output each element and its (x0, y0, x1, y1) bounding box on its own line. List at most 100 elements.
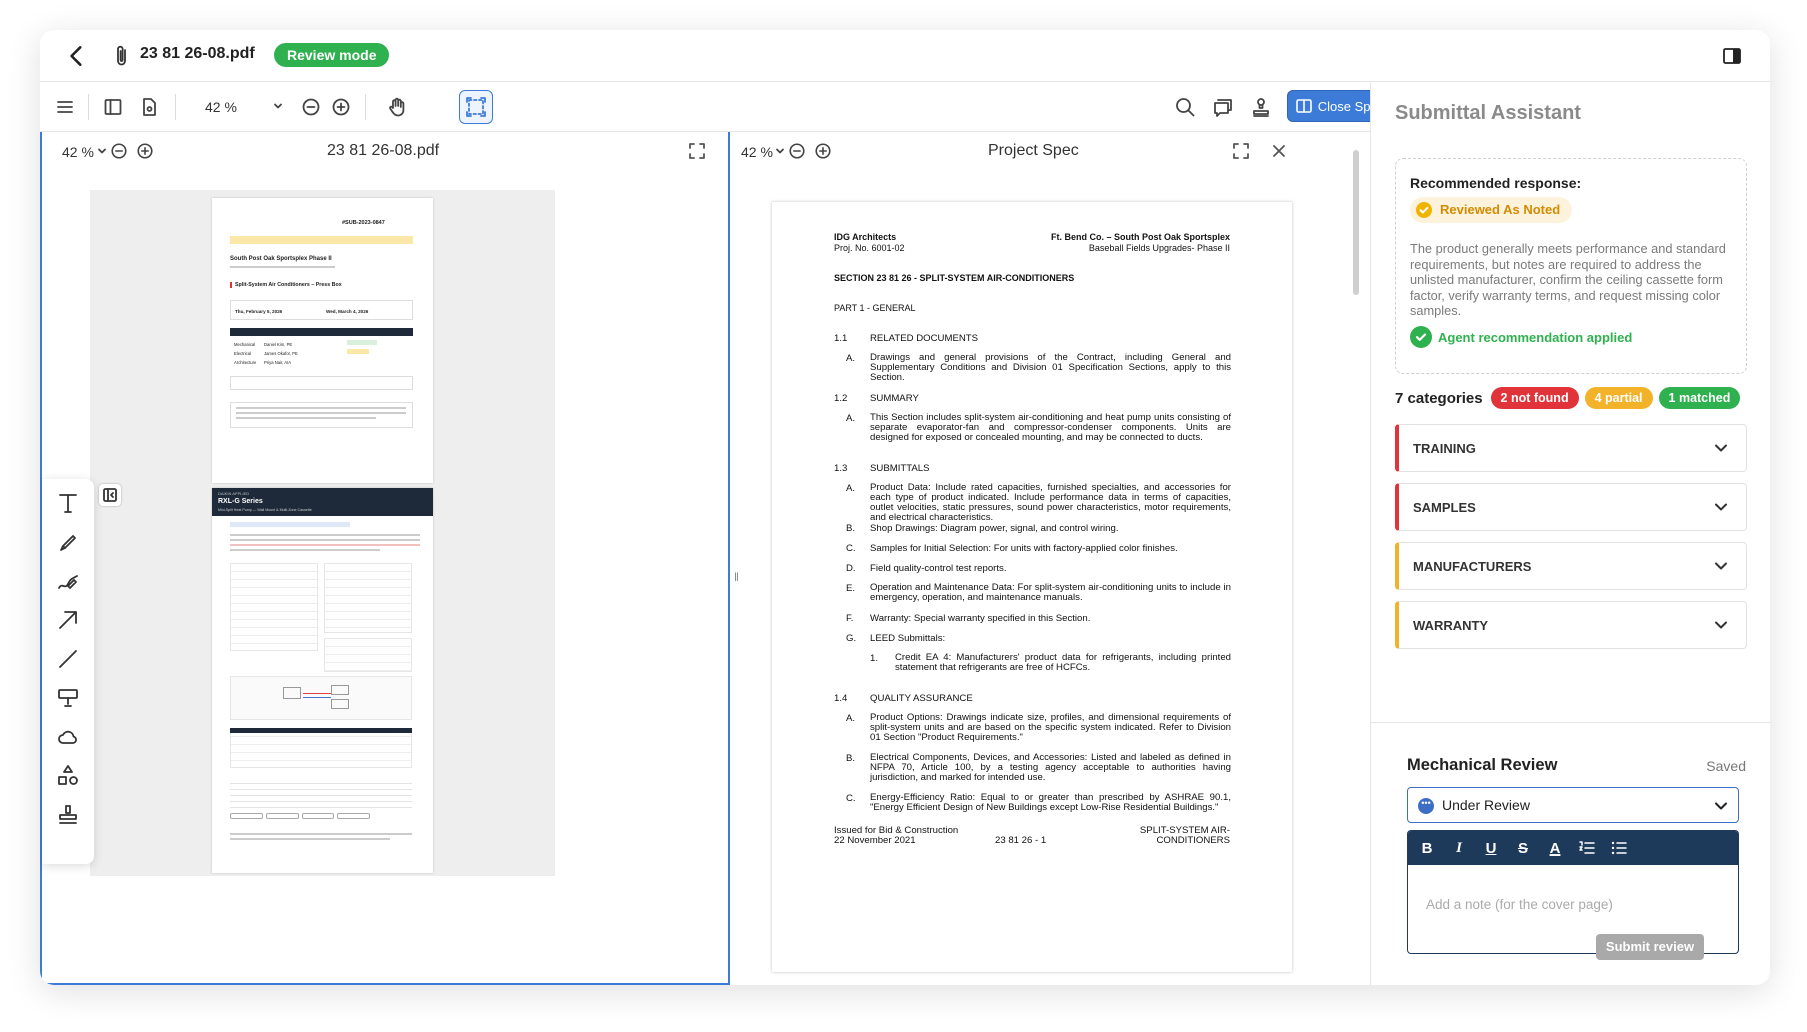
app-window: 23 81 26-08.pdf Review mode 42 % Close S… (40, 30, 1770, 985)
close-icon[interactable] (1270, 142, 1288, 160)
recommended-label: Recommended response: (1410, 175, 1582, 191)
spec-firm: IDG Architects (834, 232, 897, 242)
underline-button[interactable]: U (1482, 840, 1500, 857)
bold-button[interactable]: B (1418, 840, 1436, 857)
spec-section: SECTION 23 81 26 - SPLIT-SYSTEM AIR-COND… (834, 273, 1075, 283)
zoom-in-icon[interactable] (136, 142, 154, 160)
cloud-tool-icon[interactable] (54, 723, 82, 751)
menu-icon[interactable] (52, 94, 78, 120)
chevron-down-icon[interactable] (775, 146, 785, 156)
italic-button[interactable]: I (1450, 840, 1468, 857)
editor-toolbar: B I U S A (1408, 831, 1738, 865)
pan-hand-icon[interactable] (384, 94, 410, 120)
pane-zoom[interactable]: 42 % (62, 144, 94, 160)
brochure-header: DAIKIN APPLIED RXL-G Series Mini-Split H… (212, 488, 433, 516)
search-icon[interactable] (1172, 94, 1198, 120)
received-date: Thu, February 5, 2026 (235, 309, 283, 314)
item-name: Split-System Air Conditioners – Press Bo… (230, 282, 342, 288)
agent-applied-status: Agent recommendation applied (1410, 326, 1632, 348)
spec-heading: SUMMARY (870, 393, 919, 404)
collapse-panel-icon[interactable] (99, 484, 121, 506)
page-icon[interactable] (136, 94, 162, 120)
note-input[interactable]: Add a note (for the cover page) (1426, 897, 1613, 912)
sidebar-icon[interactable] (100, 94, 126, 120)
page-thumbnail-2[interactable]: DAIKIN APPLIED RXL-G Series Mini-Split H… (212, 488, 433, 873)
zoom-level[interactable]: 42 % (205, 99, 237, 115)
check-circle-icon (1416, 202, 1432, 218)
spec-heading: QUALITY ASSURANCE (870, 693, 973, 704)
highlighter-icon[interactable] (54, 528, 82, 556)
category-label: MANUFACTURERS (1413, 559, 1532, 574)
chevron-down-icon (1712, 557, 1730, 575)
category-warranty[interactable]: WARRANTY (1395, 601, 1747, 649)
series-title: RXL-G Series (218, 498, 263, 505)
category-training[interactable]: TRAINING (1395, 424, 1747, 472)
submittal-pdf-pane: 42 % 23 81 26-08.pdf #SUB-2023-0847 Sout… (40, 132, 730, 985)
paperclip-icon (112, 44, 132, 68)
spec-paragraph: Warranty: Special warranty specified in … (870, 613, 1091, 624)
divider (365, 94, 366, 120)
recommended-response-card: Recommended response: Reviewed As Noted … (1395, 158, 1747, 374)
zoom-out-icon[interactable] (788, 142, 806, 160)
partial-pill[interactable]: 4 partial (1584, 387, 1653, 409)
header-bar: 23 81 26-08.pdf Review mode (40, 30, 1770, 82)
zoom-out-icon[interactable] (110, 142, 128, 160)
split-view-icon (1295, 99, 1312, 113)
stamp-tool-icon[interactable] (54, 801, 82, 829)
fit-page-icon[interactable] (1232, 142, 1250, 160)
pane-zoom[interactable]: 42 % (741, 144, 773, 160)
arrow-tool-icon[interactable] (54, 606, 82, 634)
callout-tool-icon[interactable] (54, 684, 82, 712)
status-value: Under Review (1442, 797, 1530, 813)
shapes-tool-icon[interactable] (54, 762, 82, 790)
discipline-col: Mechanical Electrical Architecture (234, 342, 257, 365)
spec-client: Ft. Bend Co. – South Post Oak Sportsplex (1050, 232, 1230, 242)
spec-paragraph: This Section includes split-system air-c… (870, 412, 1231, 443)
submit-review-button[interactable]: Submit review (1596, 934, 1704, 960)
spec-part: PART 1 - GENERAL (834, 303, 916, 313)
toggle-panel-icon[interactable] (1720, 44, 1744, 68)
zoom-in-icon[interactable] (814, 142, 832, 160)
text-tool-icon[interactable] (54, 489, 82, 517)
bullet-list-icon[interactable] (1610, 839, 1628, 857)
categories-count: 7 categories (1395, 389, 1483, 407)
file-name: 23 81 26-08.pdf (140, 45, 255, 62)
annotation-tools (42, 479, 94, 864)
dates-box: Thu, February 5, 2026 Wed, March 4, 2026 (230, 300, 413, 320)
back-arrow-icon[interactable] (62, 42, 92, 70)
zoom-in-icon[interactable] (328, 94, 354, 120)
spec-footer: 23 81 26 - 1 (995, 835, 1047, 846)
spec-footer: 22 November 2021 (834, 835, 916, 846)
numbered-list-icon[interactable] (1578, 839, 1596, 857)
page-thumbnail-1[interactable]: #SUB-2023-0847 South Post Oak Sportsplex… (212, 198, 433, 483)
pane-splitter-handle[interactable]: ǁ (734, 570, 740, 590)
reviewer-col: Daniel Kim, PE James Okafor, PE Priya Nair… (264, 342, 298, 365)
submittal-assistant-panel: Submittal Assistant Recommended response… (1370, 82, 1770, 985)
due-date: Wed, March 4, 2026 (326, 309, 369, 314)
line-tool-icon[interactable] (54, 645, 82, 673)
chevron-down-icon[interactable] (272, 100, 284, 112)
category-samples[interactable]: SAMPLES (1395, 483, 1747, 531)
spec-proj-no: Proj. No. 6001-02 (834, 243, 905, 253)
fit-page-icon[interactable] (688, 142, 706, 160)
spec-scrollbar[interactable] (1353, 150, 1359, 295)
spec-client2: Baseball Fields Upgrades- Phase II (1088, 243, 1230, 253)
category-manufacturers[interactable]: MANUFACTURERS (1395, 542, 1747, 590)
spec-paragraph: Samples for Initial Selection: For units… (870, 543, 1178, 554)
comments-icon[interactable] (1210, 94, 1236, 120)
review-status-select[interactable]: ••• Under Review (1407, 787, 1739, 823)
text-color-button[interactable]: A (1546, 840, 1564, 857)
category-summary: 7 categories 2 not found 4 partial 1 mat… (1395, 386, 1741, 410)
stamp-icon[interactable] (1248, 94, 1274, 120)
spec-heading: RELATED DOCUMENTS (870, 333, 979, 344)
chevron-down-icon[interactable] (97, 146, 107, 156)
in-progress-icon: ••• (1418, 798, 1434, 814)
freehand-pen-icon[interactable] (54, 567, 82, 595)
strikethrough-button[interactable]: S (1514, 840, 1532, 857)
area-select-icon[interactable] (459, 90, 493, 124)
not-found-pill[interactable]: 2 not found (1490, 387, 1579, 409)
spec-page: IDG Architects Proj. No. 6001-02 Ft. Ben… (772, 202, 1292, 972)
chevron-down-icon (1712, 439, 1730, 457)
matched-pill[interactable]: 1 matched (1658, 387, 1741, 409)
zoom-out-icon[interactable] (298, 94, 324, 120)
